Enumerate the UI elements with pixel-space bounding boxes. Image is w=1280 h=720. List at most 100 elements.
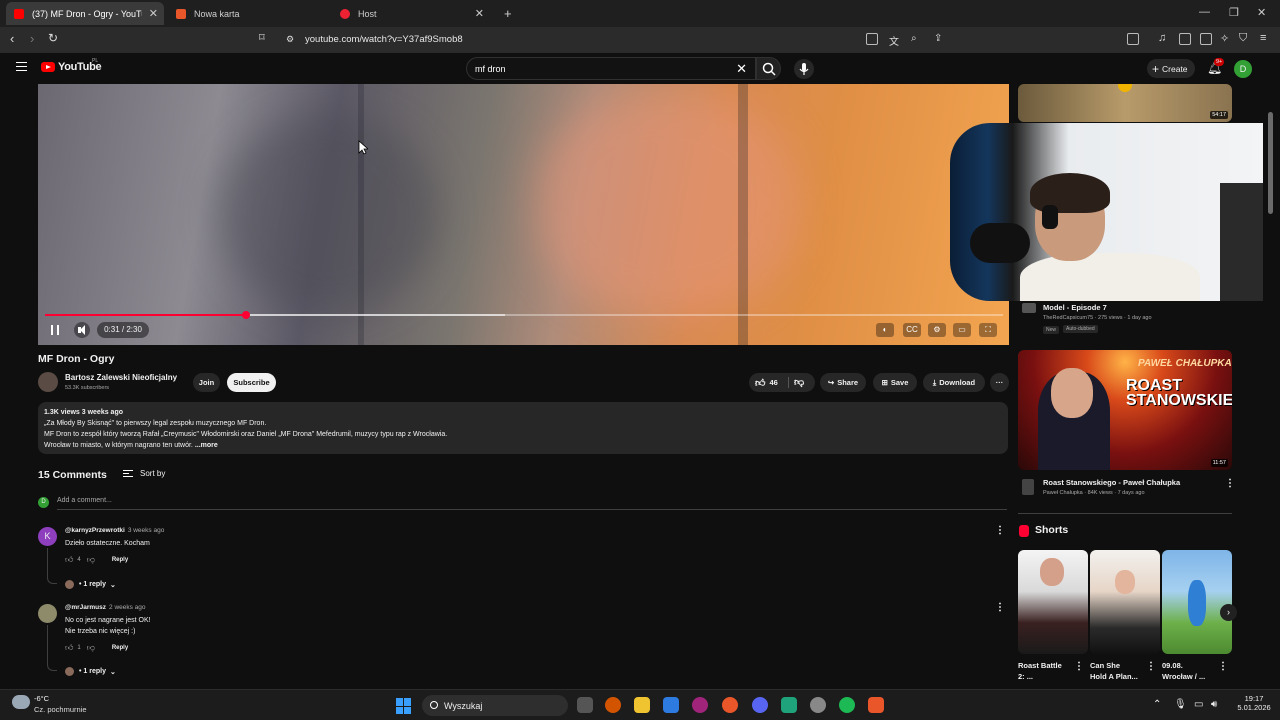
view-replies-button[interactable]: • 1 reply ⌄ xyxy=(65,667,116,676)
channel-avatar[interactable] xyxy=(1022,479,1034,495)
restore-icon[interactable]: ❐ xyxy=(1229,6,1239,19)
taskbar-search[interactable]: Wyszukaj xyxy=(422,695,568,716)
chrome-icon[interactable] xyxy=(810,697,826,713)
subscribe-button[interactable]: Subscribe xyxy=(227,373,276,392)
close-tab-icon[interactable]: ✕ xyxy=(475,7,484,20)
reply-button[interactable]: Reply xyxy=(112,645,128,651)
search-box[interactable]: mf dron ✕ xyxy=(466,57,756,80)
more-options-icon[interactable]: ⋮ xyxy=(1218,661,1228,672)
account-avatar[interactable]: D xyxy=(1234,60,1252,78)
theater-mode-icon[interactable]: ▭ xyxy=(953,323,971,337)
weather-temp[interactable]: -6°C xyxy=(34,694,49,703)
new-tab-button[interactable]: + xyxy=(496,2,520,25)
thumbs-up-icon[interactable]: 👍︎ xyxy=(755,377,765,389)
microphone-tray-icon[interactable]: 🎙︎ xyxy=(1174,699,1187,710)
thumbs-up-icon[interactable]: 👍︎ xyxy=(65,643,73,653)
bookmark-icon[interactable]: ⌑ xyxy=(259,31,265,44)
media-icon[interactable]: ♫ xyxy=(1158,32,1166,44)
more-options-icon[interactable]: ⋮ xyxy=(1225,478,1235,489)
volume-icon[interactable] xyxy=(74,322,90,338)
task-view-icon[interactable] xyxy=(577,697,593,713)
fullscreen-icon[interactable]: ⛶ xyxy=(979,323,997,337)
short-title[interactable]: Can She Hold A Plan... xyxy=(1090,660,1138,682)
translate-icon[interactable]: 文 xyxy=(889,33,899,48)
brave-icon[interactable] xyxy=(868,697,884,713)
video-player[interactable] xyxy=(38,84,1009,345)
hamburger-menu-icon[interactable] xyxy=(16,62,27,71)
shorts-next-button[interactable]: › xyxy=(1220,604,1237,621)
file-explorer-icon[interactable] xyxy=(634,697,650,713)
weather-cloud-icon[interactable] xyxy=(12,695,30,709)
pause-button[interactable] xyxy=(51,325,59,335)
search-button[interactable] xyxy=(756,57,781,80)
weather-condition[interactable]: Cz. pochmurnie xyxy=(34,705,87,714)
save-button[interactable]: ⊞ Save xyxy=(873,373,917,392)
related-video-thumbnail[interactable]: 54:17 xyxy=(1018,84,1232,122)
opera-icon[interactable] xyxy=(692,697,708,713)
channel-avatar[interactable] xyxy=(38,372,58,392)
share-page-icon[interactable]: ⇪ xyxy=(934,33,942,44)
tab-nowa-karta[interactable]: Nowa karta xyxy=(168,2,326,25)
comment-author[interactable]: @mrJarmusz 2 weeks ago xyxy=(65,604,146,611)
app-icon[interactable] xyxy=(722,697,738,713)
zoom-icon[interactable]: ⌕ xyxy=(911,33,917,44)
like-count[interactable]: 46 xyxy=(769,378,777,387)
more-options-icon[interactable]: ⋮ xyxy=(1146,661,1156,672)
share-button[interactable]: ↪ Share xyxy=(820,373,866,392)
reload-icon[interactable]: ↻ xyxy=(48,31,58,45)
sort-by-button[interactable]: Sort by xyxy=(123,469,165,478)
thumbs-up-icon[interactable]: 👍︎ xyxy=(65,555,73,565)
autoplay-toggle[interactable]: ◐ xyxy=(876,323,894,337)
comment-avatar[interactable]: K xyxy=(38,527,57,546)
minimize-icon[interactable]: — xyxy=(1199,6,1210,18)
clock[interactable]: 19:17 5.01.2026 xyxy=(1234,694,1274,712)
cast-icon[interactable] xyxy=(866,33,878,45)
app-icon[interactable] xyxy=(781,697,797,713)
related-video-title[interactable]: Roast Stanowskiego - Paweł Chałupka xyxy=(1043,478,1180,487)
download-button[interactable]: ⤓ Download xyxy=(923,373,985,392)
windows-start-icon[interactable] xyxy=(396,698,412,714)
tab-youtube[interactable]: (37) MF Dron - Ogry - YouTube ✕ xyxy=(6,2,164,25)
forward-icon[interactable]: › xyxy=(30,31,34,46)
wallet-icon[interactable] xyxy=(1200,33,1212,45)
short-thumbnail[interactable] xyxy=(1162,550,1232,654)
leo-ai-icon[interactable]: ✧ xyxy=(1220,32,1229,45)
app-icon[interactable] xyxy=(605,697,621,713)
thumbs-down-icon[interactable]: 👎︎ xyxy=(794,376,804,388)
add-comment-input[interactable]: Add a comment... xyxy=(57,497,112,504)
more-options-icon[interactable]: ⋮ xyxy=(1074,661,1084,672)
store-icon[interactable] xyxy=(663,697,679,713)
discord-icon[interactable] xyxy=(752,697,768,713)
related-video-thumbnail[interactable]: PAWEŁ CHAŁUPKA ROAST STANOWSKIEGO 11:57 xyxy=(1018,350,1232,470)
channel-name[interactable]: Bartosz Zalewski Nieoficjalny xyxy=(65,373,177,382)
short-thumbnail[interactable] xyxy=(1090,550,1160,654)
show-more-link[interactable]: ...more xyxy=(195,442,218,449)
description-box[interactable]: 1.3K views 3 weeks ago „Za Młody By Skis… xyxy=(38,402,1008,454)
join-button[interactable]: Join xyxy=(193,373,220,392)
short-title[interactable]: Roast Battle 2: ... xyxy=(1018,660,1062,682)
spotify-icon[interactable] xyxy=(839,697,855,713)
reply-button[interactable]: Reply xyxy=(112,557,128,563)
scrubber-handle[interactable] xyxy=(242,311,250,319)
create-button[interactable]: + Create xyxy=(1147,59,1195,78)
tray-chevron-icon[interactable]: ⌃ xyxy=(1153,699,1161,710)
clear-search-icon[interactable]: ✕ xyxy=(736,61,747,77)
close-tab-icon[interactable]: ✕ xyxy=(149,7,158,20)
captions-icon[interactable]: CC xyxy=(903,323,921,337)
comment-avatar[interactable] xyxy=(38,604,57,623)
thumbs-down-icon[interactable]: 👎︎ xyxy=(87,643,95,653)
short-thumbnail[interactable] xyxy=(1018,550,1088,654)
back-icon[interactable]: ‹ xyxy=(10,31,14,46)
youtube-logo-icon[interactable] xyxy=(41,62,55,72)
short-title[interactable]: 09.08. Wrocław / ... xyxy=(1162,660,1205,682)
volume-tray-icon[interactable]: 🔊︎ xyxy=(1211,699,1217,710)
menu-icon[interactable]: ≡ xyxy=(1260,32,1266,44)
more-actions-button[interactable]: ··· xyxy=(990,373,1009,392)
thumbs-down-icon[interactable]: 👎︎ xyxy=(87,555,95,565)
close-window-icon[interactable]: ✕ xyxy=(1257,6,1266,19)
voice-search-button[interactable] xyxy=(794,59,814,79)
site-info-icon[interactable]: ⚙ xyxy=(286,34,294,45)
reader-icon[interactable] xyxy=(1179,33,1191,45)
page-scrollbar[interactable] xyxy=(1268,112,1273,214)
sidebar-icon[interactable] xyxy=(1127,33,1139,45)
